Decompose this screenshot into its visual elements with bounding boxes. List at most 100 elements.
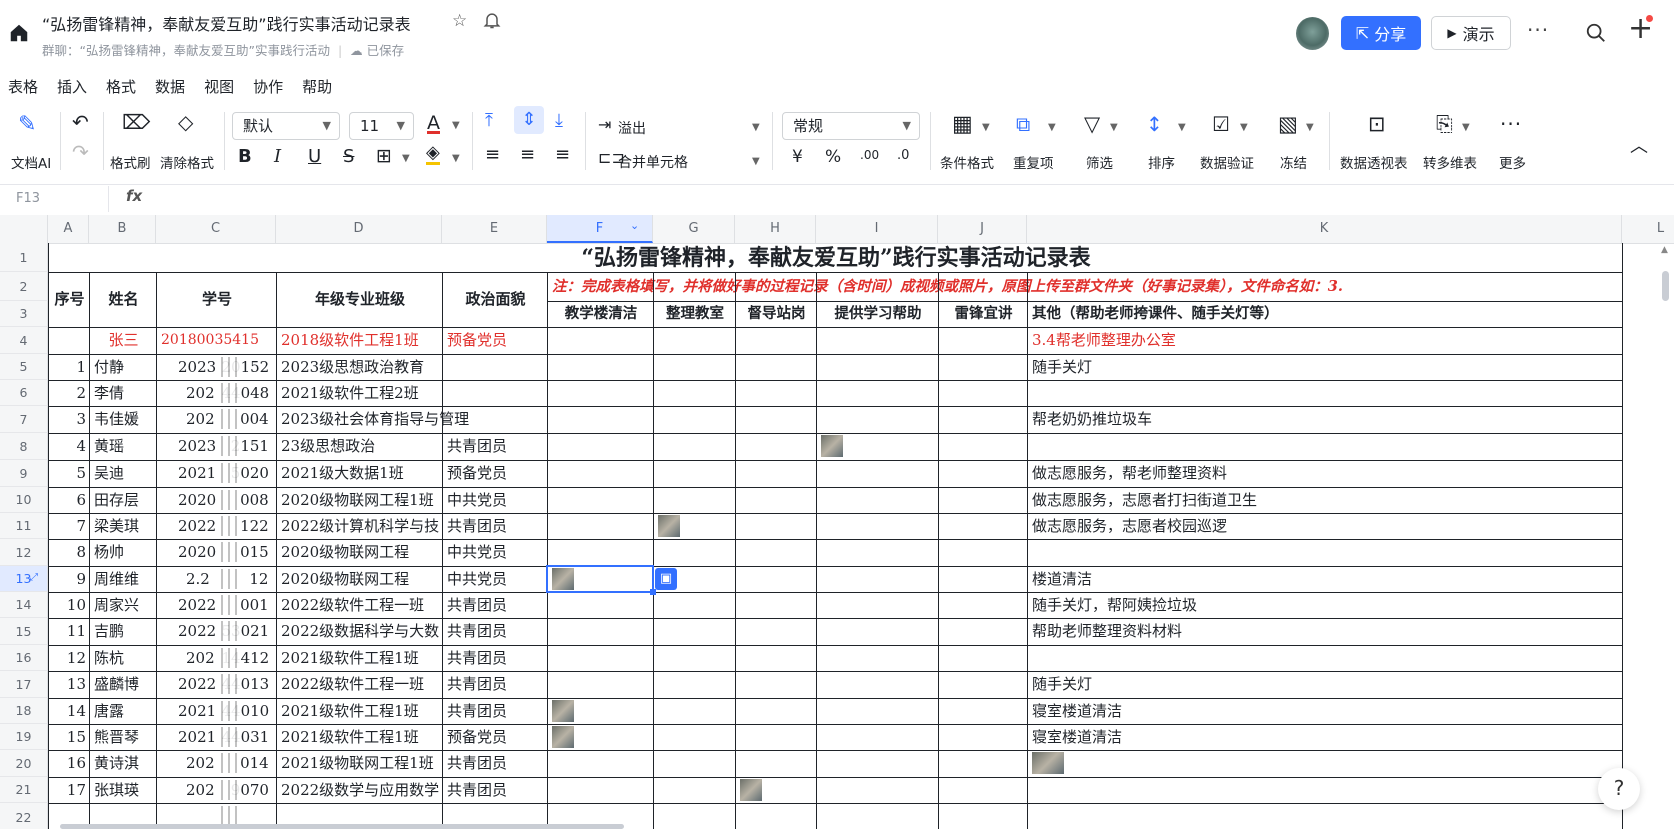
row-politics[interactable]: 预备党员 — [447, 724, 544, 750]
menu-item-collab[interactable]: 协作 — [253, 76, 283, 104]
row-name[interactable]: 韦佳媛 — [94, 406, 153, 433]
row-politics[interactable]: 预备党员 — [447, 460, 544, 487]
row-student-id-part[interactable]: 12 — [249, 566, 268, 592]
pivot-table-icon[interactable]: ⊡ — [1368, 112, 1386, 136]
freeze-button[interactable]: 冻结 — [1280, 152, 1307, 172]
overflow-icon[interactable]: ⇥ — [598, 115, 611, 134]
row-seq[interactable]: 3 — [53, 406, 86, 433]
filter-button[interactable]: 筛选 — [1086, 152, 1113, 172]
horizontal-scroll-thumb[interactable] — [60, 824, 624, 829]
row-politics[interactable]: 共青团员 — [447, 777, 544, 803]
row-politics[interactable] — [447, 380, 544, 406]
fill-handle[interactable] — [650, 589, 656, 595]
share-button[interactable]: ⇱ 分享 — [1341, 16, 1421, 50]
column-header-l[interactable]: L — [1622, 215, 1674, 243]
chevron-down-icon[interactable]: ▼ — [1110, 122, 1118, 133]
menu-item-insert[interactable]: 插入 — [57, 76, 87, 104]
row-student-id-part[interactable]: 015 — [240, 539, 269, 566]
row-name[interactable]: 梁美琪 — [94, 513, 153, 539]
font-size-select[interactable]: 11 ▼ — [349, 112, 414, 140]
header-activity-j[interactable]: 雷锋宜讲 — [943, 301, 1024, 327]
multi-dim-icon[interactable]: ⎘ — [1436, 112, 1453, 137]
row-politics[interactable]: 中共党员 — [447, 487, 544, 513]
column-header-k[interactable]: K — [1027, 215, 1622, 243]
menu-item-sheet[interactable]: 表格 — [8, 76, 38, 104]
row-class[interactable]: 2021级软件工程1班 — [281, 724, 439, 750]
format-painter-button[interactable]: 格式刷 — [110, 152, 151, 172]
row-name[interactable]: 付静 — [94, 354, 153, 380]
collapse-toolbar-icon[interactable]: ︿ — [1630, 132, 1648, 158]
row-class[interactable]: 2020级物联网工程1班 — [281, 487, 439, 513]
row-name[interactable]: 黄诗淇 — [94, 750, 153, 777]
cell-photo-thumbnail[interactable] — [552, 726, 574, 748]
row-seq[interactable]: 8 — [53, 539, 86, 566]
example-other[interactable]: 3.4帮老师整理办公室 — [1032, 327, 1619, 354]
row-seq[interactable]: 7 — [53, 513, 86, 539]
row-seq[interactable]: 13 — [53, 671, 86, 698]
avatar[interactable] — [1296, 17, 1329, 50]
vertical-scroll-thumb[interactable] — [1662, 271, 1669, 301]
row-name[interactable]: 杨帅 — [94, 539, 153, 566]
data-validation-icon[interactable]: ☑ — [1212, 112, 1230, 136]
header-activity-f[interactable]: 教学楼清洁 — [552, 301, 650, 327]
chevron-down-icon[interactable]: ▼ — [402, 153, 410, 164]
multi-dim-button[interactable]: 转多维表 — [1423, 152, 1477, 172]
menu-item-help[interactable]: 帮助 — [302, 76, 332, 104]
row-name[interactable]: 周维维 — [94, 566, 153, 592]
column-header-i[interactable]: I — [816, 215, 938, 243]
row-class[interactable]: 2021级软件工程1班 — [281, 698, 439, 724]
header-class[interactable]: 年级专业班级 — [281, 272, 439, 327]
row-other[interactable]: 寝室楼道清洁 — [1032, 724, 1619, 750]
spreadsheet-grid[interactable]: A B C D E F G H I J K L ⌄ 1 2 3 4 5 6 7 8 9 10 11 12 13 14 15 16 17 1… — [0, 215, 1674, 829]
help-button[interactable]: ? — [1598, 768, 1640, 810]
row-class[interactable]: 2022级数学与应用数学 — [281, 777, 439, 803]
row-other[interactable]: 寝室楼道清洁 — [1032, 698, 1619, 724]
freeze-icon[interactable]: ▧ — [1278, 112, 1298, 136]
merge-cells-button[interactable]: 合并单元格 — [618, 152, 688, 172]
row-other[interactable]: 随手关灯，帮阿姨捡垃圾 — [1032, 592, 1619, 618]
column-header-c[interactable]: C — [156, 215, 276, 243]
percent-icon[interactable]: % — [825, 147, 841, 167]
chevron-down-icon[interactable]: ▼ — [1306, 122, 1314, 133]
row-header-19[interactable]: 19 — [0, 724, 48, 750]
font-color-icon[interactable]: A — [427, 112, 440, 134]
scroll-up-icon[interactable]: ▲ — [1661, 245, 1668, 255]
row-class[interactable]: 2020级物联网工程 — [281, 539, 439, 566]
row-politics[interactable]: 共青团员 — [447, 433, 544, 460]
row-seq[interactable]: 10 — [53, 592, 86, 618]
sort-icon[interactable]: ↕ — [1146, 112, 1163, 136]
row-student-id-part[interactable]: 014 — [240, 750, 269, 777]
row-header-21[interactable]: 21 — [0, 777, 48, 803]
column-header-e[interactable]: E — [442, 215, 547, 243]
row-politics[interactable]: 共青团员 — [447, 645, 544, 671]
row-seq[interactable]: 1 — [53, 354, 86, 380]
align-left-icon[interactable]: ≡ — [485, 144, 500, 165]
header-other[interactable]: 其他（帮助老师挎课件、随手关灯等） — [1032, 301, 1619, 327]
menu-item-view[interactable]: 视图 — [204, 76, 234, 104]
chevron-down-icon[interactable]: ▼ — [452, 153, 460, 164]
cell-photo-thumbnail[interactable] — [658, 515, 680, 537]
row-seq[interactable]: 6 — [53, 487, 86, 513]
row-name[interactable]: 周家兴 — [94, 592, 153, 618]
row-header-12[interactable]: 12 — [0, 539, 48, 566]
column-header-a[interactable]: A — [48, 215, 89, 243]
italic-icon[interactable]: I — [274, 146, 281, 167]
row-name[interactable]: 熊晋琴 — [94, 724, 153, 750]
duplicates-icon[interactable]: ⧉ — [1016, 112, 1030, 136]
row-other[interactable] — [1032, 645, 1619, 671]
row-politics[interactable]: 中共党员 — [447, 539, 544, 566]
row-politics[interactable]: 共青团员 — [447, 750, 544, 777]
column-header-h[interactable]: H — [735, 215, 816, 243]
row-class[interactable]: 2022级计算机科学与技 — [281, 513, 439, 539]
bold-icon[interactable]: B — [238, 146, 252, 167]
header-name[interactable]: 姓名 — [94, 272, 153, 327]
group-chat-link[interactable]: 群聊：“弘扬雷锋精神，奉献友爱互助”实事践行活动 — [42, 43, 330, 58]
present-button[interactable]: ▶ 演示 — [1431, 16, 1511, 50]
row-student-id-part[interactable]: 004 — [240, 406, 269, 433]
text-overflow-select[interactable]: 溢出 — [618, 118, 646, 138]
row-header-20[interactable]: 20 — [0, 750, 48, 777]
row-seq[interactable]: 16 — [53, 750, 86, 777]
row-name[interactable]: 张琪瑛 — [94, 777, 153, 803]
row-politics[interactable]: 共青团员 — [447, 618, 544, 645]
cell-photo-thumbnail[interactable] — [1032, 752, 1064, 774]
